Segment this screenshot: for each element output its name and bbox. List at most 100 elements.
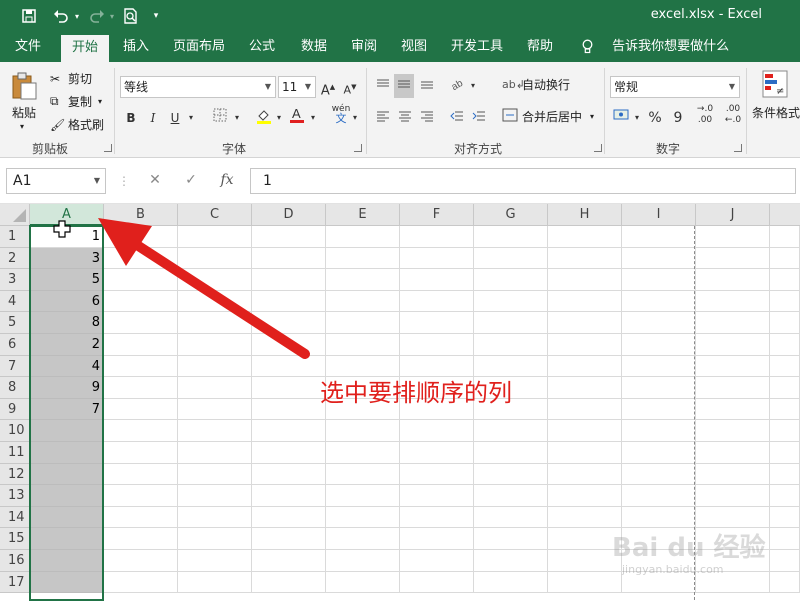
- tab-view[interactable]: 视图: [392, 32, 436, 62]
- cell[interactable]: [178, 442, 252, 464]
- select-all-corner[interactable]: [0, 204, 30, 226]
- cell[interactable]: [178, 485, 252, 507]
- cell[interactable]: [474, 506, 548, 529]
- tab-review[interactable]: 审阅: [342, 32, 386, 62]
- cell[interactable]: [770, 355, 800, 378]
- cell[interactable]: [770, 485, 800, 507]
- column-header-j[interactable]: J: [696, 204, 770, 226]
- row-header[interactable]: 4: [0, 290, 30, 313]
- orientation-icon[interactable]: ab: [448, 76, 468, 96]
- fill-color-dropdown-icon[interactable]: ▾: [274, 108, 284, 128]
- cell[interactable]: [622, 226, 696, 248]
- column-header-h[interactable]: H: [548, 204, 622, 226]
- decrease-decimal-button[interactable]: .00 ←.0: [722, 104, 744, 128]
- row-header[interactable]: 10: [0, 420, 30, 442]
- save-icon[interactable]: [18, 5, 40, 27]
- increase-indent-icon[interactable]: [470, 108, 488, 128]
- clipboard-launcher-icon[interactable]: [104, 144, 112, 152]
- cell[interactable]: [548, 334, 622, 356]
- conditional-format-button[interactable]: 条件格式: [752, 104, 800, 121]
- cell[interactable]: [548, 290, 622, 313]
- cell[interactable]: [770, 377, 800, 399]
- cell[interactable]: [548, 485, 622, 507]
- cell[interactable]: [104, 420, 178, 442]
- cell[interactable]: [400, 571, 474, 594]
- cell[interactable]: [770, 528, 800, 550]
- row-header[interactable]: 16: [0, 550, 30, 572]
- cell[interactable]: [252, 420, 326, 442]
- cell[interactable]: [770, 247, 800, 270]
- cell[interactable]: [252, 528, 326, 550]
- alignment-launcher-icon[interactable]: [594, 144, 602, 152]
- format-painter-button[interactable]: 🖌 格式刷: [50, 116, 104, 133]
- cell[interactable]: [400, 290, 474, 313]
- cell[interactable]: [400, 550, 474, 572]
- cell[interactable]: [696, 485, 770, 507]
- cell[interactable]: [326, 442, 400, 464]
- cell[interactable]: [548, 550, 622, 572]
- cut-button[interactable]: ✂ 剪切: [50, 70, 92, 87]
- cell[interactable]: [696, 463, 770, 486]
- cell[interactable]: [326, 226, 400, 248]
- paste-button[interactable]: 粘贴: [12, 104, 36, 121]
- tell-me-search[interactable]: 告诉我你想要做什么: [582, 32, 729, 62]
- cell[interactable]: [696, 398, 770, 421]
- merge-dropdown-icon[interactable]: ▾: [590, 112, 594, 121]
- cell[interactable]: [548, 247, 622, 270]
- cell[interactable]: [178, 398, 252, 421]
- cell[interactable]: [326, 571, 400, 594]
- cell[interactable]: [696, 247, 770, 270]
- cell[interactable]: [696, 420, 770, 442]
- accounting-dropdown-icon[interactable]: ▾: [632, 108, 642, 128]
- cell-a[interactable]: [30, 485, 104, 507]
- redo-icon[interactable]: [86, 5, 108, 27]
- row-header[interactable]: 14: [0, 506, 30, 529]
- cell-a[interactable]: [30, 571, 104, 594]
- cell-a[interactable]: [30, 506, 104, 529]
- name-box[interactable]: A1 ▼: [6, 168, 106, 194]
- cell[interactable]: [474, 528, 548, 550]
- enter-check-icon[interactable]: ✓: [176, 168, 206, 194]
- cell[interactable]: [400, 528, 474, 550]
- row-header[interactable]: 5: [0, 312, 30, 334]
- cell[interactable]: [400, 485, 474, 507]
- percent-style-button[interactable]: %: [646, 108, 664, 128]
- cell[interactable]: [770, 571, 800, 594]
- cell[interactable]: [622, 269, 696, 291]
- cell[interactable]: [770, 550, 800, 572]
- font-color-dropdown-icon[interactable]: ▾: [308, 108, 318, 128]
- cell[interactable]: [548, 463, 622, 486]
- decrease-indent-icon[interactable]: [448, 108, 466, 128]
- cell[interactable]: [696, 355, 770, 378]
- undo-dropdown-icon[interactable]: ▾: [72, 5, 82, 27]
- cell[interactable]: [548, 398, 622, 421]
- cell[interactable]: [696, 226, 770, 248]
- align-right-icon[interactable]: [418, 108, 436, 128]
- cell[interactable]: [696, 377, 770, 399]
- cell[interactable]: [548, 528, 622, 550]
- accounting-format-icon[interactable]: [612, 108, 632, 128]
- bold-button[interactable]: B: [123, 108, 139, 128]
- cell-a[interactable]: [30, 463, 104, 486]
- align-middle-icon[interactable]: [394, 74, 414, 98]
- cell[interactable]: [400, 420, 474, 442]
- cell[interactable]: [474, 463, 548, 486]
- tab-developer[interactable]: 开发工具: [446, 32, 508, 62]
- row-header[interactable]: 8: [0, 377, 30, 399]
- row-header[interactable]: 11: [0, 442, 30, 464]
- cell[interactable]: [474, 420, 548, 442]
- cell[interactable]: [770, 290, 800, 313]
- row-header[interactable]: 6: [0, 334, 30, 356]
- cell[interactable]: [770, 269, 800, 291]
- font-size-dropdown[interactable]: 11 ▼: [278, 76, 316, 98]
- wrap-text-button[interactable]: ab↲ 自动换行: [502, 76, 570, 93]
- cell[interactable]: [622, 506, 696, 529]
- cell[interactable]: [400, 247, 474, 270]
- cell[interactable]: [326, 528, 400, 550]
- customize-qat-icon[interactable]: ▾: [150, 5, 162, 27]
- row-header[interactable]: 2: [0, 247, 30, 270]
- cell[interactable]: [770, 463, 800, 486]
- cell[interactable]: [696, 334, 770, 356]
- cell[interactable]: [548, 420, 622, 442]
- cell[interactable]: [326, 420, 400, 442]
